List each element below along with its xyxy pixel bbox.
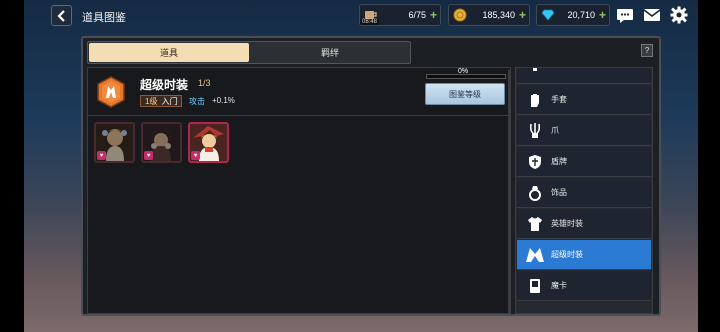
category-item-hero-costume[interactable]: 英雄时装 (517, 209, 651, 239)
collection-level-button[interactable]: 图鉴等级 (425, 83, 505, 105)
chat-icon (617, 8, 633, 23)
heart-icon: ♥ (191, 151, 200, 160)
tab-bar: 道具 羁绊 (87, 41, 411, 64)
gem-counter: 20,710 + (536, 4, 610, 26)
tab-items[interactable]: 道具 (89, 43, 249, 62)
collection-content: 超级时装 1/3 1级 入门 攻击 +0.1% 0% 图鉴等级 ♥ ♥ ♥ (87, 67, 511, 314)
gold-coin-icon (451, 6, 469, 24)
partial-icon (524, 68, 546, 80)
screen-edge-left (0, 0, 24, 332)
item-slot[interactable]: ♥ (94, 122, 135, 163)
add-gems-button[interactable]: + (599, 8, 606, 22)
add-gold-button[interactable]: + (519, 8, 526, 22)
stamina-timer: 08:48 (360, 19, 380, 25)
heart-icon: ♥ (144, 151, 153, 160)
glove-icon (524, 89, 546, 111)
item-slot[interactable]: ♥ (188, 122, 229, 163)
magic-card-icon (524, 275, 546, 297)
collection-count: 1/3 (198, 78, 211, 88)
collection-header: 超级时装 1/3 1级 入门 攻击 +0.1% 0% 图鉴等级 (88, 68, 508, 116)
bonus-stat-name: 攻击 (189, 97, 205, 106)
item-grid: ♥ ♥ ♥ (94, 122, 229, 163)
category-item-claws[interactable]: 爪 (517, 116, 651, 146)
mail-icon (643, 9, 661, 21)
super-costume-icon (524, 244, 546, 266)
add-stamina-button[interactable]: + (430, 8, 437, 22)
item-slot[interactable]: ♥ (141, 122, 182, 163)
gold-value: 185,340 (482, 10, 515, 20)
category-item-magic-card[interactable]: 魔卡 (517, 271, 651, 301)
category-item-shield[interactable]: 盾牌 (517, 147, 651, 177)
mail-button[interactable] (641, 4, 663, 26)
stamina-counter: 08:48 6/75 + (359, 4, 441, 26)
help-button[interactable]: ? (641, 44, 653, 57)
settings-gear-icon (670, 6, 688, 24)
collection-name: 超级时装 (140, 78, 189, 92)
collection-panel: 道具 羁绊 ? 超级时装 1/3 1级 入门 攻击 +0.1% 0% 图鉴等级 (81, 36, 661, 316)
shirt-icon (524, 213, 546, 235)
content-scrollbar[interactable] (508, 70, 511, 313)
screen-edge-right (698, 0, 720, 332)
tab-bonds[interactable]: 羁绊 (250, 43, 410, 62)
category-item-super-costume[interactable]: 超级时装 (517, 240, 651, 270)
gem-icon (539, 6, 557, 24)
progress-bar (426, 74, 506, 79)
claw-icon (524, 120, 546, 142)
category-item-accessories[interactable]: 饰品 (517, 178, 651, 208)
settings-button[interactable] (668, 4, 690, 26)
chevron-left-icon (56, 9, 65, 22)
shield-icon (524, 151, 546, 173)
category-item[interactable] (517, 68, 651, 84)
ring-icon (524, 182, 546, 204)
collection-level-badge: 1级 入门 (140, 95, 183, 107)
gold-counter: 185,340 + (448, 4, 530, 26)
super-costume-hex-icon (97, 76, 125, 108)
chat-button[interactable] (614, 4, 636, 26)
stamina-value: 6/75 (408, 10, 426, 20)
category-item-gloves[interactable]: 手套 (517, 85, 651, 115)
back-button[interactable] (51, 5, 72, 26)
heart-icon: ♥ (97, 151, 106, 160)
page-title: 道具图鉴 (82, 12, 126, 24)
gem-value: 20,710 (567, 10, 595, 20)
level-number: 1级 (145, 96, 158, 106)
category-list: 手套 爪 盾牌 饰品 英雄时装 超级时装 魔卡 (515, 67, 653, 314)
level-name: 入门 (161, 96, 178, 106)
bonus-stat-value: +0.1% (212, 96, 235, 105)
